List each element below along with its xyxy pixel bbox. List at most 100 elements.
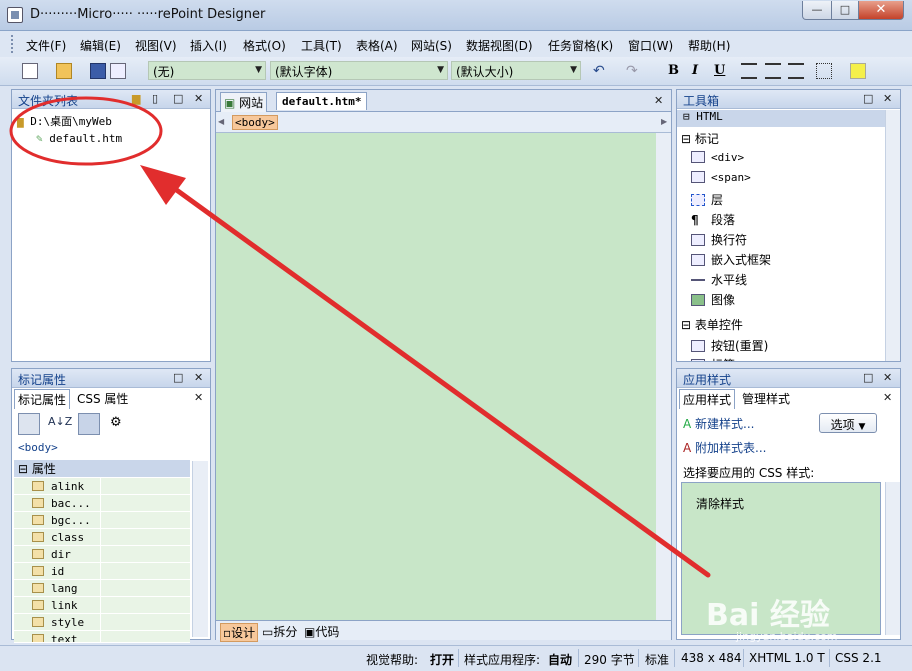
clear-styles-item[interactable]: 清除样式 xyxy=(696,495,744,512)
doctype[interactable]: XHTML 1.0 T xyxy=(749,651,825,665)
highlight-icon[interactable] xyxy=(850,63,866,79)
menu-tools[interactable]: 工具(T) xyxy=(301,37,342,54)
toolbox-html-section[interactable]: ⊟ HTML xyxy=(677,110,885,127)
toolbox-item-span[interactable]: <span> xyxy=(691,171,751,184)
property-value[interactable] xyxy=(100,529,188,545)
style-application-value[interactable]: 自动 xyxy=(548,651,572,668)
new-style-link[interactable]: A 新建样式... xyxy=(683,415,755,432)
maximize-pane-icon[interactable]: □ xyxy=(863,371,873,384)
new-folder-icon[interactable]: ▆ xyxy=(132,92,140,105)
app-icon[interactable] xyxy=(7,7,23,23)
property-row[interactable]: id xyxy=(14,563,190,580)
menu-site[interactable]: 网站(S) xyxy=(411,37,452,54)
maximize-pane-icon[interactable]: □ xyxy=(173,371,183,384)
show-set-properties-icon[interactable] xyxy=(78,413,100,435)
new-page-icon[interactable] xyxy=(22,63,38,79)
close-pane-icon[interactable]: ✕ xyxy=(883,371,892,384)
folder-root[interactable]: ▆ D:\桌面\myWeb xyxy=(17,113,112,129)
property-row[interactable]: bgc... xyxy=(14,512,190,529)
font-dropdown[interactable]: (默认字体) ▼ xyxy=(270,61,448,80)
minimize-button[interactable]: — xyxy=(802,1,832,20)
body-tag-chip[interactable]: <body> xyxy=(232,115,278,130)
properties-scrollbar[interactable] xyxy=(192,461,208,637)
property-value[interactable] xyxy=(100,495,188,511)
design-canvas[interactable] xyxy=(216,133,656,620)
attach-stylesheet-link[interactable]: A 附加样式表... xyxy=(683,439,767,456)
property-value[interactable] xyxy=(100,580,188,596)
editor-scrollbar[interactable] xyxy=(656,133,671,620)
attributes-section[interactable]: ⊟ 属性 xyxy=(14,460,190,477)
file-item[interactable]: ✎ default.htm xyxy=(36,132,122,145)
close-pane-icon[interactable]: ✕ xyxy=(194,371,203,384)
menu-grip[interactable] xyxy=(11,35,14,53)
italic-button[interactable]: I xyxy=(692,63,698,78)
border-icon[interactable] xyxy=(816,63,832,79)
form-controls-header[interactable]: ⊟ 表单控件 xyxy=(681,316,743,333)
toolbox-item-image[interactable]: 图像 xyxy=(691,291,735,308)
toolbox-item-hr[interactable]: 水平线 xyxy=(691,271,747,288)
property-row[interactable]: class xyxy=(14,529,190,546)
property-row[interactable]: style xyxy=(14,614,190,631)
menu-window[interactable]: 窗口(W) xyxy=(628,37,673,54)
menu-file[interactable]: 文件(F) xyxy=(26,37,66,54)
close-tab-icon[interactable]: ✕ xyxy=(194,391,203,404)
menu-table[interactable]: 表格(A) xyxy=(356,37,398,54)
menu-view[interactable]: 视图(V) xyxy=(135,37,177,54)
options-button[interactable]: 选项 ▼ xyxy=(819,413,877,433)
close-pane-icon[interactable]: ✕ xyxy=(194,92,203,105)
toolbox-item-iframe[interactable]: 嵌入式框架 xyxy=(691,251,771,268)
toolbox-item-label-control[interactable]: 标签 xyxy=(691,356,735,361)
property-row[interactable]: text xyxy=(14,631,190,643)
open-folder-icon[interactable] xyxy=(56,63,72,79)
property-row[interactable]: bac... xyxy=(14,495,190,512)
code-view-button[interactable]: ▣代码 xyxy=(304,623,339,640)
preview-icon[interactable] xyxy=(110,63,126,79)
property-value[interactable] xyxy=(100,563,188,579)
property-value[interactable] xyxy=(100,546,188,562)
close-button[interactable]: ✕ xyxy=(858,1,904,20)
menu-dataview[interactable]: 数据视图(D) xyxy=(466,37,533,54)
maximize-button[interactable]: □ xyxy=(831,1,859,20)
compatibility-mode[interactable]: 标准 xyxy=(645,651,669,668)
property-value[interactable] xyxy=(100,631,188,642)
menu-help[interactable]: 帮助(H) xyxy=(688,37,730,54)
toolbox-scrollbar[interactable] xyxy=(885,110,900,361)
new-page-icon[interactable]: ▯ xyxy=(152,92,158,105)
close-pane-icon[interactable]: ✕ xyxy=(883,92,892,105)
style-dropdown[interactable]: (无) ▼ xyxy=(148,61,266,80)
tab-css-properties[interactable]: CSS 属性 xyxy=(74,389,131,408)
menu-insert[interactable]: 插入(I) xyxy=(190,37,227,54)
visual-aids-value[interactable]: 打开 xyxy=(430,651,454,668)
toolbox-item-paragraph[interactable]: ¶ 段落 xyxy=(691,211,735,228)
property-row[interactable]: link xyxy=(14,597,190,614)
close-document-icon[interactable]: ✕ xyxy=(654,94,663,107)
tab-default-htm[interactable]: default.htm* xyxy=(276,92,368,110)
toolbox-item-div[interactable]: <div> xyxy=(691,151,744,164)
css-version[interactable]: CSS 2.1 xyxy=(835,651,882,665)
design-view-button[interactable]: ▫设计 xyxy=(220,623,259,642)
undo-icon[interactable]: ↶ xyxy=(593,63,609,79)
align-right-icon[interactable] xyxy=(788,63,804,79)
scroll-right-icon[interactable]: ▶ xyxy=(661,117,667,126)
categorize-icon[interactable] xyxy=(18,413,40,435)
align-center-icon[interactable] xyxy=(765,63,781,79)
property-row[interactable]: alink xyxy=(14,478,190,495)
property-value[interactable] xyxy=(100,597,188,613)
toolbox-item-linebreak[interactable]: 换行符 xyxy=(691,231,747,248)
property-row[interactable]: lang xyxy=(14,580,190,597)
tab-manage-styles[interactable]: 管理样式 xyxy=(739,389,793,408)
split-view-button[interactable]: ▭拆分 xyxy=(262,623,297,640)
maximize-pane-icon[interactable]: □ xyxy=(863,92,873,105)
tab-website[interactable]: ▣ 网站 xyxy=(220,92,268,113)
page-dimensions[interactable]: 438 x 484 xyxy=(681,651,742,665)
bold-button[interactable]: B xyxy=(668,63,679,78)
toolbox-item-reset-button[interactable]: 按钮(重置) xyxy=(691,337,768,354)
menu-taskpanes[interactable]: 任务窗格(K) xyxy=(548,37,613,54)
menu-edit[interactable]: 编辑(E) xyxy=(80,37,121,54)
maximize-pane-icon[interactable]: □ xyxy=(173,92,183,105)
property-value[interactable] xyxy=(100,512,188,528)
tags-header[interactable]: ⊟ 标记 xyxy=(681,130,719,147)
property-row[interactable]: dir xyxy=(14,546,190,563)
align-left-icon[interactable] xyxy=(741,63,757,79)
style-list-scrollbar[interactable] xyxy=(885,482,900,635)
